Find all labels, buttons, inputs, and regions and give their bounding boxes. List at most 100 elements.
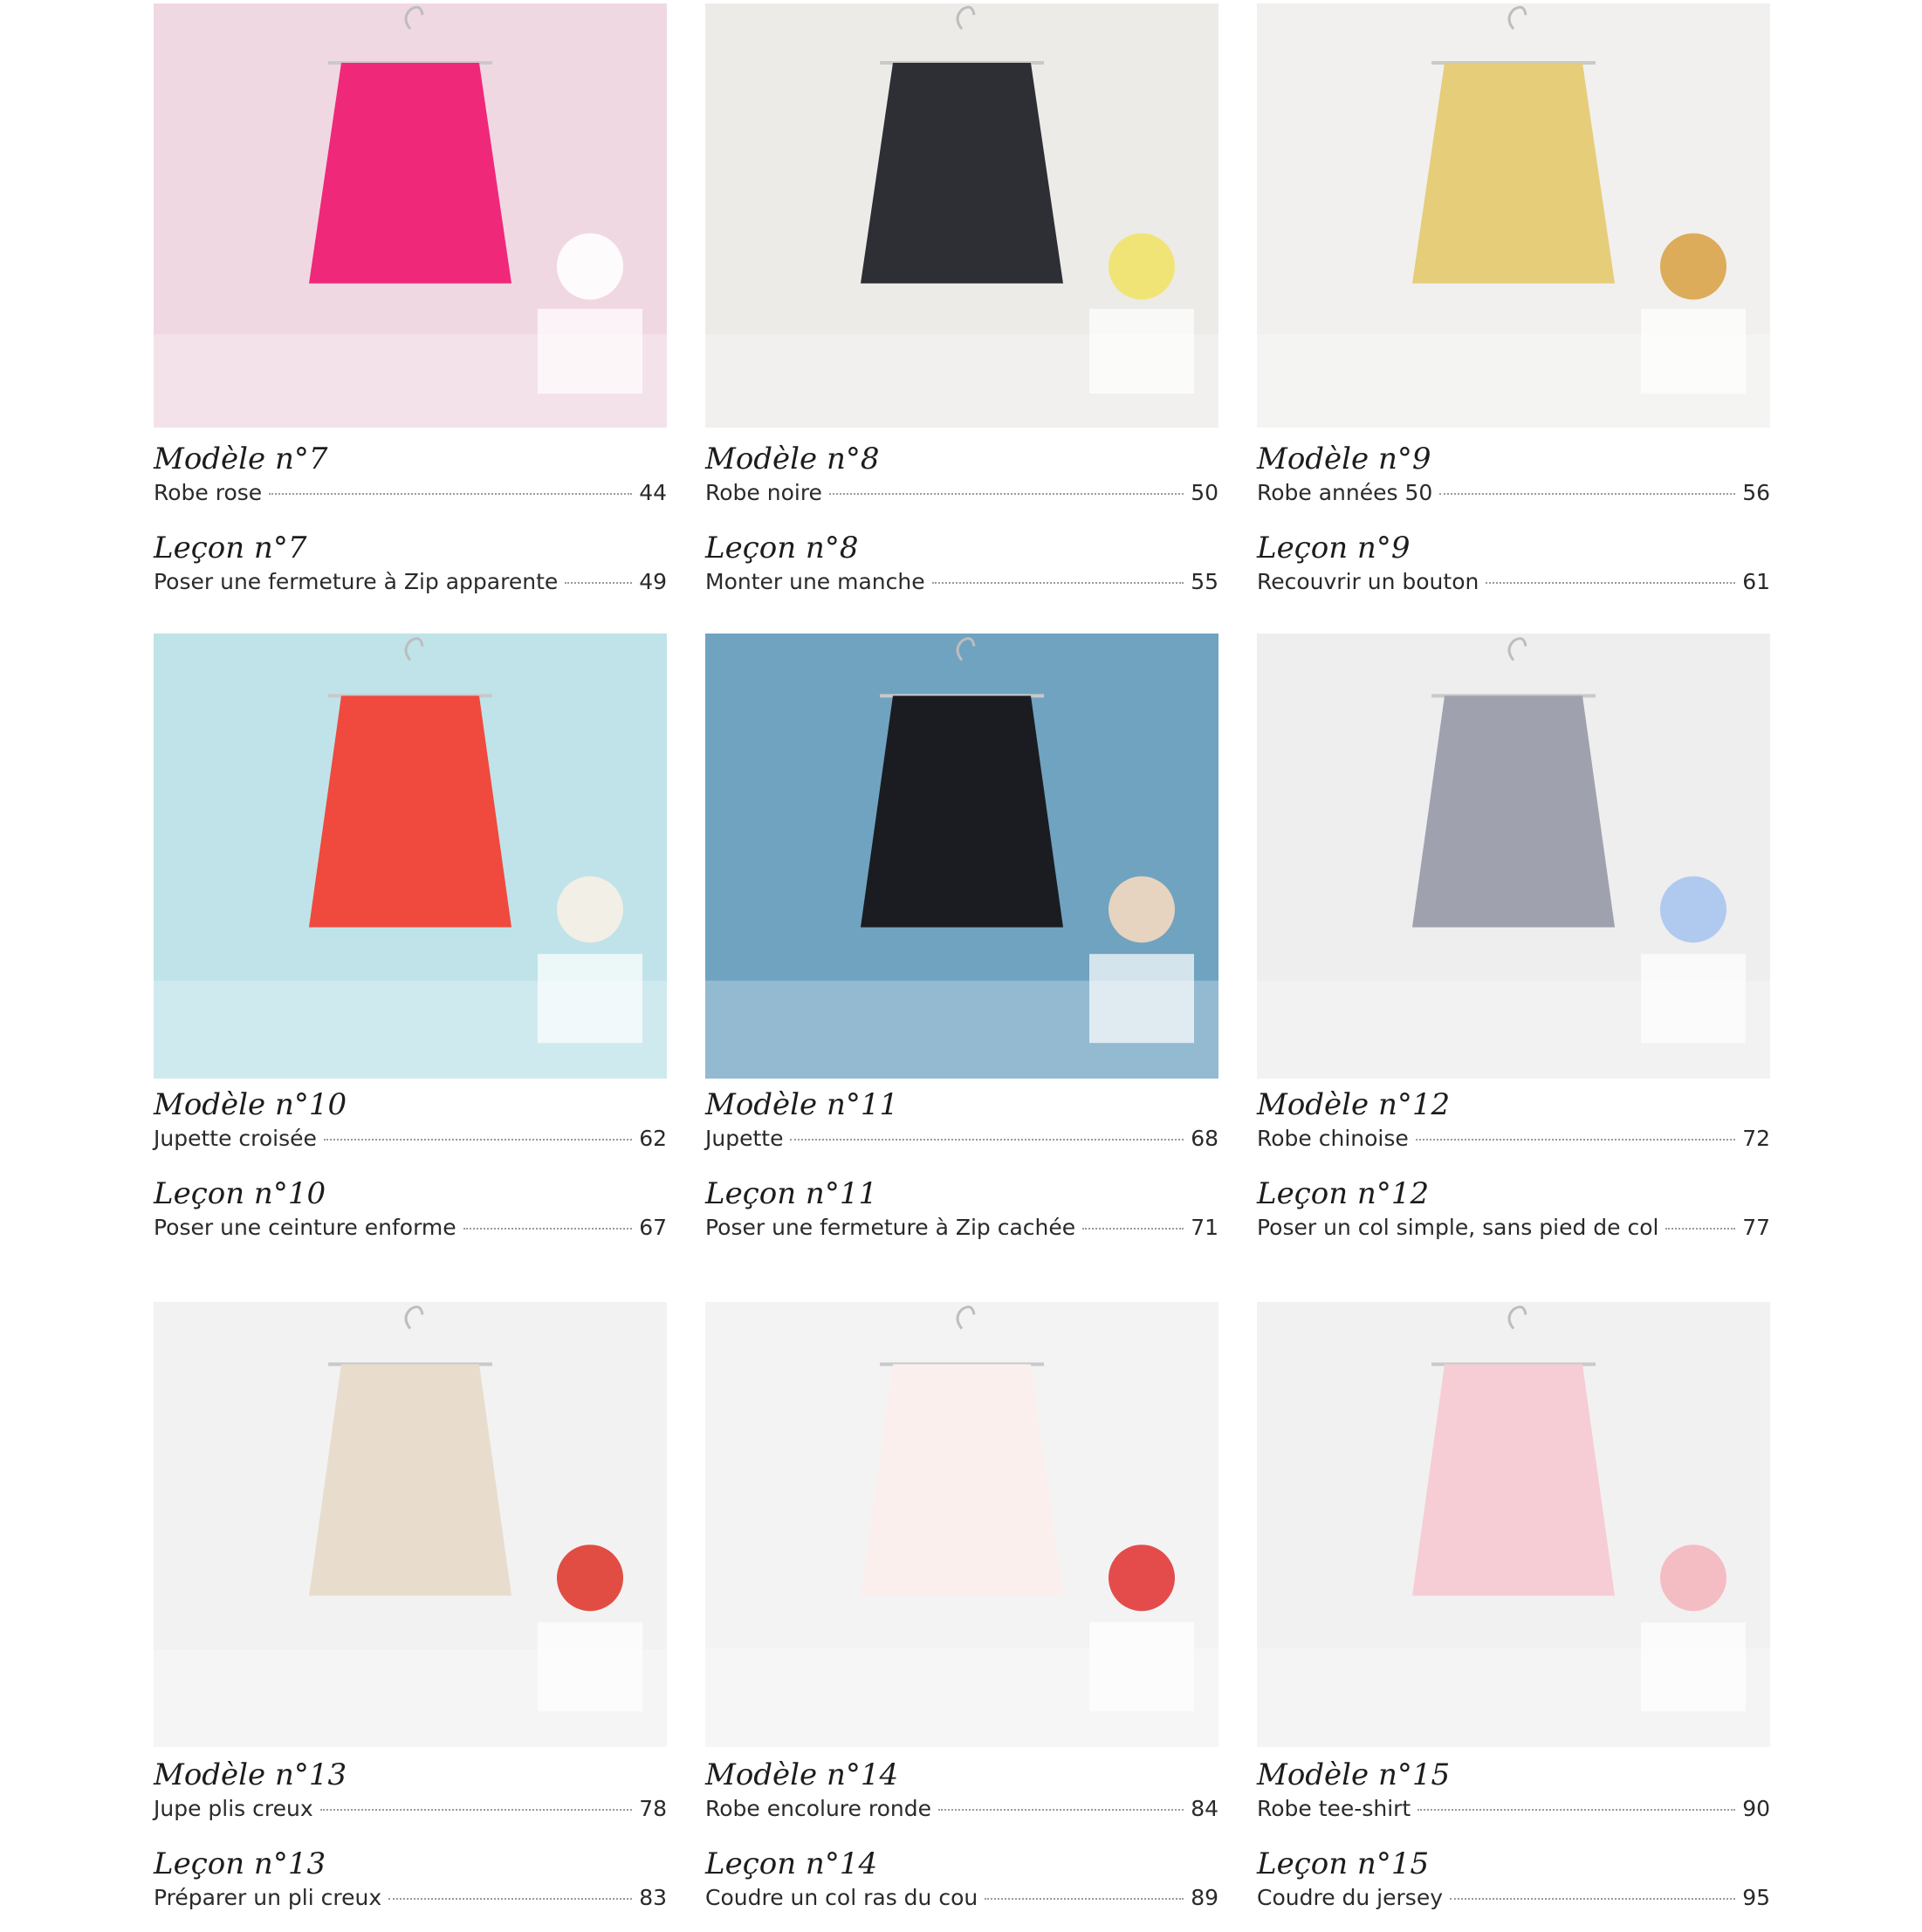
lecon-entry[interactable]: Recouvrir un bouton 61 [1257, 565, 1770, 599]
lecon-entry[interactable]: Coudre un col ras du cou 89 [705, 1881, 1218, 1915]
lecon-entry[interactable]: Coudre du jersey 95 [1257, 1881, 1770, 1915]
modele-entry[interactable]: Robe rose 44 [154, 476, 667, 510]
lecon-title: Recouvrir un bouton [1257, 569, 1479, 594]
modele-page-number: 78 [639, 1796, 667, 1821]
modele-title: Robe rose [154, 480, 263, 505]
modele-entry[interactable]: Robe encolure ronde 84 [705, 1792, 1218, 1826]
dot-leader [937, 1809, 1184, 1811]
project-card: Modèle n°13 Jupe plis creux 78 Leçon n°1… [154, 1302, 667, 1932]
dot-leader [1082, 1228, 1184, 1230]
modele-heading: Modèle n°8 [705, 442, 880, 476]
dot-leader [931, 582, 1184, 584]
modele-title: Jupe plis creux [154, 1796, 313, 1821]
lecon-entry[interactable]: Poser une fermeture à Zip apparente 49 [154, 565, 667, 599]
lecon-page-number: 89 [1191, 1885, 1218, 1910]
garment-photo [705, 3, 1218, 428]
lecon-heading: Leçon n°12 [1257, 1176, 1430, 1211]
modele-entry[interactable]: Jupette croisée 62 [154, 1122, 667, 1155]
lecon-entry[interactable]: Préparer un pli creux 83 [154, 1881, 667, 1915]
modele-heading: Modèle n°14 [705, 1757, 899, 1792]
modele-entry[interactable]: Robe noire 50 [705, 476, 1218, 510]
modele-title: Jupette [705, 1126, 784, 1151]
lecon-entry[interactable]: Monter une manche 55 [705, 565, 1218, 599]
lecon-heading: Leçon n°11 [705, 1176, 878, 1211]
dot-leader [388, 1898, 633, 1900]
lecon-title: Coudre du jersey [1257, 1885, 1443, 1910]
lecon-heading: Leçon n°8 [705, 531, 859, 565]
modele-heading: Modèle n°11 [705, 1087, 899, 1122]
dot-leader [323, 1139, 633, 1141]
lecon-heading: Leçon n°7 [154, 531, 307, 565]
dot-leader [1665, 1228, 1736, 1230]
modele-heading: Modèle n°13 [154, 1757, 347, 1792]
modele-entry[interactable]: Robe tee-shirt 90 [1257, 1792, 1770, 1826]
modele-page-number: 72 [1742, 1126, 1770, 1151]
modele-entry[interactable]: Jupe plis creux 78 [154, 1792, 667, 1826]
lecon-heading: Leçon n°13 [154, 1846, 326, 1881]
modele-title: Robe noire [705, 480, 822, 505]
project-card: Modèle n°12 Robe chinoise 72 Leçon n°12 … [1257, 634, 1770, 1262]
modele-page-number: 50 [1191, 480, 1218, 505]
lecon-page-number: 61 [1742, 569, 1770, 594]
dot-leader [1417, 1809, 1736, 1811]
lecon-heading: Leçon n°10 [154, 1176, 326, 1211]
lecon-page-number: 49 [639, 569, 667, 594]
garment-photo [154, 634, 667, 1079]
modele-title: Jupette croisée [154, 1126, 317, 1151]
lecon-title: Poser une fermeture à Zip cachée [705, 1215, 1076, 1240]
modele-heading: Modèle n°15 [1257, 1757, 1451, 1792]
project-card: Modèle n°10 Jupette croisée 62 Leçon n°1… [154, 634, 667, 1262]
lecon-entry[interactable]: Poser une ceinture enforme 67 [154, 1211, 667, 1244]
lecon-heading: Leçon n°9 [1257, 531, 1411, 565]
lecon-heading: Leçon n°14 [705, 1846, 878, 1881]
modele-title: Robe encolure ronde [705, 1796, 931, 1821]
modele-page-number: 62 [639, 1126, 667, 1151]
modele-title: Robe tee-shirt [1257, 1796, 1411, 1821]
dot-leader [790, 1139, 1184, 1141]
dot-leader [1450, 1898, 1736, 1900]
lecon-entry[interactable]: Poser une fermeture à Zip cachée 71 [705, 1211, 1218, 1244]
dot-leader [1486, 582, 1736, 584]
garment-photo [154, 1302, 667, 1747]
modele-page-number: 84 [1191, 1796, 1218, 1821]
lecon-page-number: 67 [639, 1215, 667, 1240]
project-card: Modèle n°8 Robe noire 50 Leçon n°8 Monte… [705, 3, 1218, 616]
modele-page-number: 68 [1191, 1126, 1218, 1151]
dot-leader [463, 1228, 633, 1230]
lecon-title: Poser une ceinture enforme [154, 1215, 456, 1240]
modele-heading: Modèle n°12 [1257, 1087, 1451, 1122]
garment-photo [705, 1302, 1218, 1747]
lecon-title: Préparer un pli creux [154, 1885, 382, 1910]
lecon-title: Poser une fermeture à Zip apparente [154, 569, 559, 594]
dot-leader [1439, 493, 1736, 495]
lecon-page-number: 83 [639, 1885, 667, 1910]
dot-leader [828, 493, 1184, 495]
lecon-page-number: 95 [1742, 1885, 1770, 1910]
lecon-page-number: 71 [1191, 1215, 1218, 1240]
modele-page-number: 90 [1742, 1796, 1770, 1821]
modele-title: Robe années 50 [1257, 480, 1433, 505]
lecon-heading: Leçon n°15 [1257, 1846, 1430, 1881]
garment-photo [705, 634, 1218, 1079]
dot-leader [1415, 1139, 1736, 1141]
modele-entry[interactable]: Robe années 50 56 [1257, 476, 1770, 510]
dot-leader [985, 1898, 1184, 1900]
modele-entry[interactable]: Robe chinoise 72 [1257, 1122, 1770, 1155]
modele-entry[interactable]: Jupette 68 [705, 1122, 1218, 1155]
project-card: Modèle n°14 Robe encolure ronde 84 Leçon… [705, 1302, 1218, 1932]
lecon-title: Monter une manche [705, 569, 925, 594]
project-card: Modèle n°7 Robe rose 44 Leçon n°7 Poser … [154, 3, 667, 616]
lecon-page-number: 77 [1742, 1215, 1770, 1240]
lecon-title: Poser un col simple, sans pied de col [1257, 1215, 1659, 1240]
lecon-entry[interactable]: Poser un col simple, sans pied de col 77 [1257, 1211, 1770, 1244]
modele-page-number: 56 [1742, 480, 1770, 505]
modele-heading: Modèle n°9 [1257, 442, 1431, 476]
garment-photo [154, 3, 667, 428]
modele-heading: Modèle n°10 [154, 1087, 347, 1122]
modele-title: Robe chinoise [1257, 1126, 1409, 1151]
garment-photo [1257, 3, 1770, 428]
project-card: Modèle n°15 Robe tee-shirt 90 Leçon n°15… [1257, 1302, 1770, 1932]
garment-photo [1257, 1302, 1770, 1747]
dot-leader [319, 1809, 633, 1811]
modele-heading: Modèle n°7 [154, 442, 328, 476]
